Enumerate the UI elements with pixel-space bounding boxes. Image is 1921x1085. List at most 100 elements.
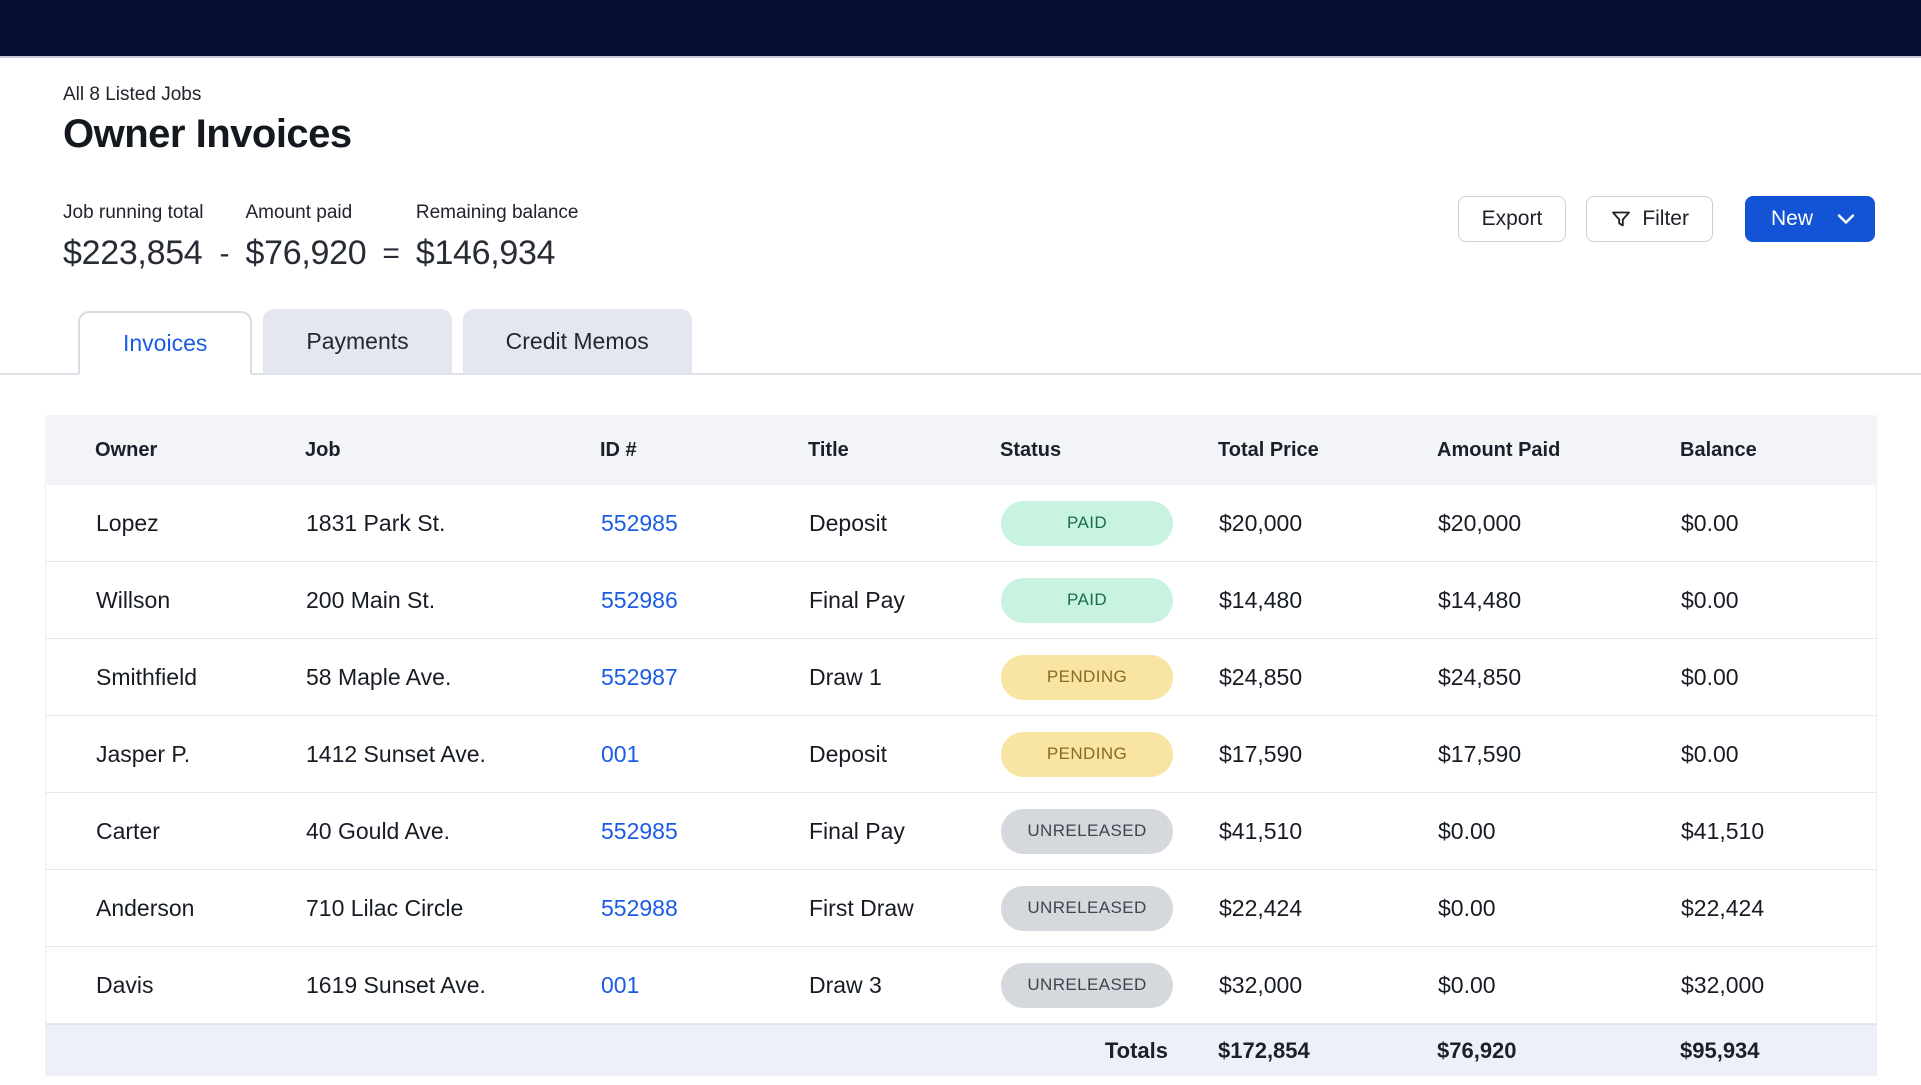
total-price-cell: $22,424 [1219, 895, 1438, 922]
balance-cell: $41,510 [1681, 818, 1878, 845]
status-badge: PAID [1001, 501, 1173, 546]
invoice-id-link[interactable]: 552986 [601, 587, 678, 613]
header-actions: Export Filter New [1458, 196, 1875, 242]
tab-credit-memos[interactable]: Credit Memos [463, 309, 692, 373]
amount-paid-label: Amount paid [246, 202, 367, 224]
total-price-cell: $41,510 [1219, 818, 1438, 845]
owner-invoices-page: All 8 Listed Jobs Owner Invoices Export … [0, 84, 1921, 1076]
invoice-id-link[interactable]: 001 [601, 741, 639, 767]
column-header-job: Job [305, 439, 600, 462]
balance-cell: $0.00 [1681, 741, 1878, 768]
filter-button-label: Filter [1642, 207, 1689, 231]
invoice-row[interactable]: Carter 40 Gould Ave. 552985 Final Pay UN… [45, 793, 1877, 870]
status-badge: UNRELEASED [1001, 809, 1173, 854]
amount-paid-cell: $0.00 [1438, 818, 1681, 845]
invoice-row[interactable]: Willson 200 Main St. 552986 Final Pay PA… [45, 562, 1877, 639]
amount-paid-cell: $20,000 [1438, 510, 1681, 537]
totals-row: Totals $172,854 $76,920 $95,934 [45, 1024, 1877, 1076]
job-cell: 1619 Sunset Ave. [306, 972, 601, 999]
top-navigation-bar [0, 0, 1921, 58]
balance-cell: $0.00 [1681, 587, 1878, 614]
remaining-balance-label: Remaining balance [416, 202, 579, 224]
invoice-row[interactable]: Davis 1619 Sunset Ave. 001 Draw 3 UNRELE… [45, 947, 1877, 1024]
column-header-balance: Balance [1680, 439, 1877, 462]
balance-cell: $32,000 [1681, 972, 1878, 999]
remaining-balance-value: $146,934 [416, 234, 579, 273]
total-price-cell: $32,000 [1219, 972, 1438, 999]
status-badge: PENDING [1001, 655, 1173, 700]
invoice-id-link[interactable]: 552985 [601, 510, 678, 536]
invoice-id-link[interactable]: 552987 [601, 664, 678, 690]
owner-cell: Lopez [46, 510, 306, 537]
balance-cell: $22,424 [1681, 895, 1878, 922]
column-header-amount-paid: Amount Paid [1437, 439, 1680, 462]
minus-operator: - [220, 237, 230, 271]
title-cell: Draw 1 [809, 664, 1001, 691]
jobs-filter-breadcrumb: All 8 Listed Jobs [63, 84, 1921, 106]
amount-paid-cell: $24,850 [1438, 664, 1681, 691]
invoice-row[interactable]: Smithfield 58 Maple Ave. 552987 Draw 1 P… [45, 639, 1877, 716]
new-button-label: New [1771, 207, 1813, 231]
title-cell: First Draw [809, 895, 1001, 922]
column-header-owner: Owner [45, 439, 305, 462]
page-title: Owner Invoices [63, 110, 1921, 158]
invoice-id-link[interactable]: 001 [601, 972, 639, 998]
new-button[interactable]: New [1745, 196, 1875, 242]
invoice-id-link[interactable]: 552988 [601, 895, 678, 921]
owner-cell: Willson [46, 587, 306, 614]
job-cell: 1831 Park St. [306, 510, 601, 537]
column-header-status: Status [1000, 439, 1218, 462]
owner-cell: Davis [46, 972, 306, 999]
amount-paid-cell: $0.00 [1438, 895, 1681, 922]
balance-cell: $0.00 [1681, 510, 1878, 537]
invoices-table: OwnerJobID #TitleStatusTotal PriceAmount… [45, 415, 1877, 1076]
job-running-total-label: Job running total [63, 202, 204, 224]
table-header-row: OwnerJobID #TitleStatusTotal PriceAmount… [45, 415, 1877, 485]
totals-label: Totals [1000, 1038, 1218, 1064]
chevron-down-icon [1837, 213, 1855, 225]
title-cell: Final Pay [809, 587, 1001, 614]
title-cell: Deposit [809, 741, 1001, 768]
invoice-row[interactable]: Jasper P. 1412 Sunset Ave. 001 Deposit P… [45, 716, 1877, 793]
column-header-title: Title [808, 439, 1000, 462]
job-cell: 1412 Sunset Ave. [306, 741, 601, 768]
page-header: All 8 Listed Jobs Owner Invoices [0, 84, 1921, 158]
job-cell: 58 Maple Ave. [306, 664, 601, 691]
tab-invoices[interactable]: Invoices [78, 311, 252, 375]
total-price-cell: $14,480 [1219, 587, 1438, 614]
export-button[interactable]: Export [1458, 196, 1567, 242]
status-badge: UNRELEASED [1001, 886, 1173, 931]
status-badge: UNRELEASED [1001, 963, 1173, 1008]
status-badge: PENDING [1001, 732, 1173, 777]
totals-total-price: $172,854 [1218, 1038, 1437, 1064]
owner-cell: Smithfield [46, 664, 306, 691]
totals-amount-paid: $76,920 [1437, 1038, 1680, 1064]
amount-paid-cell: $0.00 [1438, 972, 1681, 999]
total-price-cell: $20,000 [1219, 510, 1438, 537]
job-cell: 710 Lilac Circle [306, 895, 601, 922]
owner-cell: Anderson [46, 895, 306, 922]
equals-operator: = [382, 237, 400, 271]
total-price-cell: $24,850 [1219, 664, 1438, 691]
filter-funnel-icon [1610, 208, 1632, 230]
title-cell: Final Pay [809, 818, 1001, 845]
invoice-id-link[interactable]: 552985 [601, 818, 678, 844]
invoice-row[interactable]: Lopez 1831 Park St. 552985 Deposit PAID … [45, 485, 1877, 562]
balance-cell: $0.00 [1681, 664, 1878, 691]
status-badge: PAID [1001, 578, 1173, 623]
amount-paid-cell: $14,480 [1438, 587, 1681, 614]
owner-cell: Carter [46, 818, 306, 845]
column-header-id-: ID # [600, 439, 808, 462]
job-running-total-value: $223,854 [63, 234, 204, 273]
total-price-cell: $17,590 [1219, 741, 1438, 768]
amount-paid-value: $76,920 [246, 234, 367, 273]
tab-payments[interactable]: Payments [263, 309, 451, 373]
filter-button[interactable]: Filter [1586, 196, 1713, 242]
column-header-total-price: Total Price [1218, 439, 1437, 462]
job-cell: 40 Gould Ave. [306, 818, 601, 845]
totals-balance: $95,934 [1680, 1038, 1877, 1064]
amount-paid-cell: $17,590 [1438, 741, 1681, 768]
title-cell: Draw 3 [809, 972, 1001, 999]
invoice-row[interactable]: Anderson 710 Lilac Circle 552988 First D… [45, 870, 1877, 947]
tab-bar: InvoicesPaymentsCredit Memos [0, 309, 1921, 375]
